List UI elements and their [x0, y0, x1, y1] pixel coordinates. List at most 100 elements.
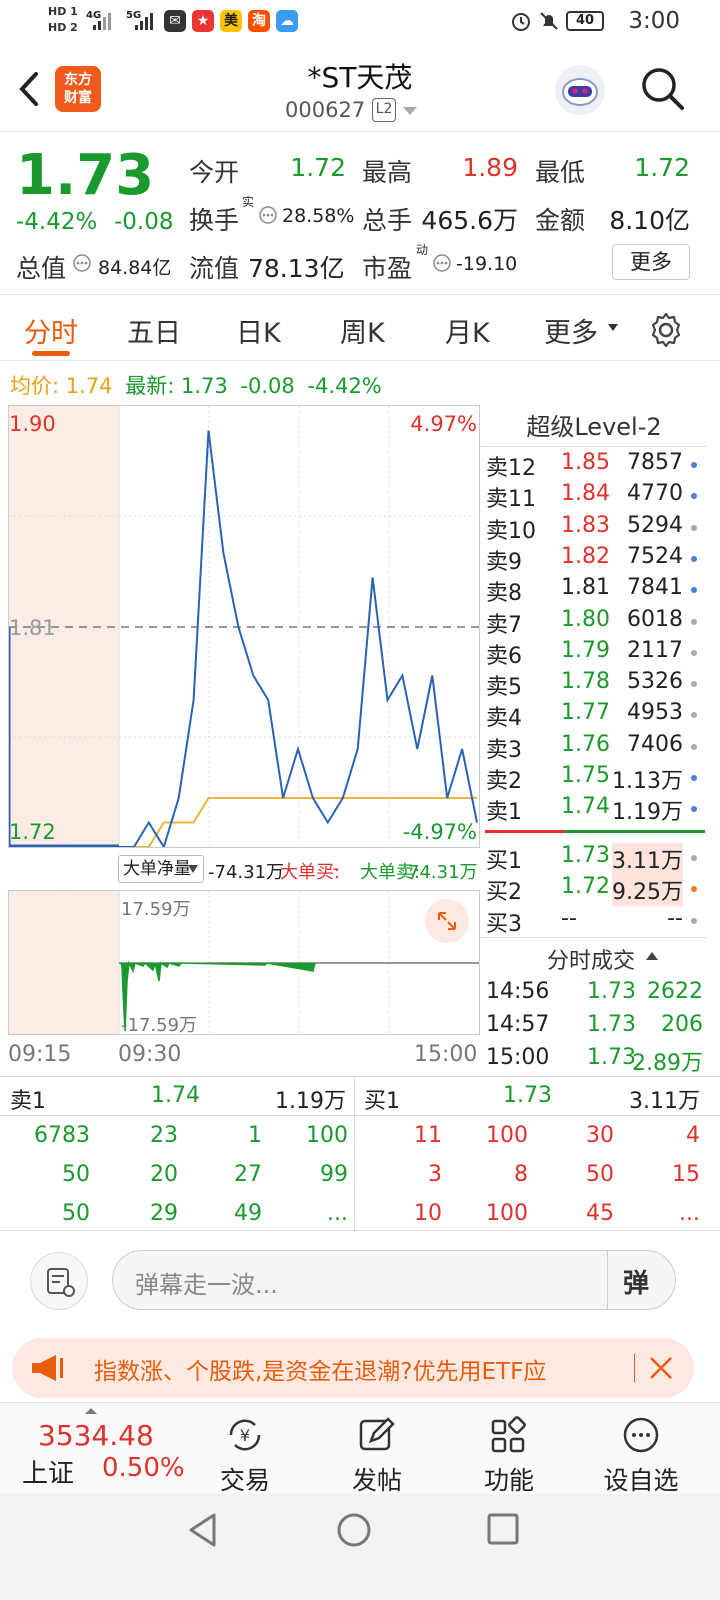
y-axis-mid: 1.81	[9, 616, 56, 640]
sell-queue-cell: 6783	[34, 1123, 90, 1148]
indicator-bar: 大单净量 -74.31万 大单买: -- 大单卖: 74.31万	[118, 855, 480, 885]
ask-row[interactable]: 卖8 1.81 7841	[481, 575, 707, 606]
ticks-title[interactable]: 分时成交	[547, 943, 635, 975]
ask-row[interactable]: 卖12 1.85 7857	[481, 450, 707, 481]
pe-value: -19.10	[456, 253, 518, 275]
y-axis-max: 1.90	[9, 412, 56, 436]
danmu-settings-button[interactable]	[30, 1252, 88, 1310]
bid-row[interactable]: 买2 1.72 9.25万	[481, 874, 707, 907]
ask-row[interactable]: 卖9 1.82 7524	[481, 544, 707, 575]
bid-row[interactable]: 买1 1.73 3.11万	[481, 843, 707, 875]
stock-name: *ST天茂	[307, 61, 413, 94]
eye-toggle-icon[interactable]	[258, 205, 278, 225]
promo-notice[interactable]: 指数涨、个股跌,是资金在退潮?优先用ETF应	[12, 1338, 694, 1398]
ask-price: 1.76	[561, 731, 610, 757]
ask-price: 1.85	[561, 450, 610, 475]
divider	[607, 1251, 608, 1309]
more-button[interactable]: 更多	[612, 244, 690, 280]
tick-time: 14:57	[486, 1012, 550, 1037]
nav-watch[interactable]: 设自选	[596, 1415, 686, 1497]
chevron-down-icon[interactable]	[402, 106, 418, 116]
volume-label: 总手	[362, 206, 413, 235]
intraday-chart[interactable]: 1.90 1.81 1.72 4.97% -4.97%	[8, 405, 480, 848]
ask-row[interactable]: 卖5 1.78 5326	[481, 669, 707, 701]
big-sell-value: 74.31万	[408, 862, 478, 883]
danmu-input[interactable]: 弹幕走一波... 弹	[112, 1250, 676, 1310]
ask-row[interactable]: 卖10 1.83 5294	[481, 512, 707, 544]
nav-trade[interactable]: ¥ 交易	[200, 1415, 290, 1497]
tab-more[interactable]: 更多	[544, 311, 598, 350]
bid-price: --	[561, 905, 577, 931]
tab-intraday[interactable]: 分时	[24, 311, 78, 350]
caret-up-icon[interactable]	[645, 951, 659, 961]
back-triangle-icon[interactable]	[186, 1512, 220, 1548]
ask-row[interactable]: 卖4 1.77 4953	[481, 700, 707, 732]
buy-queue-cell: 3	[428, 1162, 442, 1187]
tab-weekly-k[interactable]: 周K	[340, 311, 385, 350]
net-volume-chart[interactable]: 17.59万 -17.59万	[8, 890, 480, 1036]
pe-sup: 动	[416, 243, 429, 257]
sell-queue-cell: 50	[62, 1201, 90, 1226]
ask-volume: 5294	[627, 512, 683, 538]
recents-square-icon[interactable]	[486, 1512, 520, 1546]
robot-assistant-icon[interactable]	[552, 62, 608, 118]
ask-volume: 5326	[627, 669, 683, 695]
ask-row[interactable]: 卖1 1.74 1.19万	[481, 794, 707, 825]
index-value[interactable]: 3534.48	[38, 1419, 154, 1452]
avg-price-info: 均价: 1.74 最新: 1.73 -0.08 -4.42%	[10, 370, 382, 400]
eye-toggle-icon[interactable]	[72, 253, 92, 273]
search-icon[interactable]	[638, 64, 686, 112]
notice-text: 指数涨、个股跌,是资金在退潮?优先用ETF应	[94, 1359, 547, 1385]
index-change[interactable]: 0.50%	[102, 1453, 185, 1483]
ask-level: 卖4	[486, 706, 522, 732]
meituan-icon: 美	[220, 10, 242, 32]
tab-five-day[interactable]: 五日	[127, 311, 181, 350]
buy-queue-cell: 15	[672, 1162, 700, 1187]
ask-level: 卖5	[486, 675, 522, 701]
indicator-value: -74.31万	[208, 862, 285, 883]
eye-toggle-icon[interactable]	[432, 253, 452, 273]
ask-row[interactable]: 卖2 1.75 1.13万	[481, 763, 707, 794]
volume-value: 465.6万	[421, 206, 518, 235]
ask-row[interactable]: 卖7 1.80 6018	[481, 607, 707, 638]
ask-level: 卖7	[486, 612, 522, 638]
tick-row: 14:57 1.73 206	[481, 1012, 707, 1042]
ask-price: 1.74	[561, 794, 610, 820]
signal-icon	[93, 13, 111, 30]
pct-axis-min: -4.97%	[402, 820, 477, 844]
tab-monthly-k[interactable]: 月K	[445, 311, 490, 350]
ask-row[interactable]: 卖11 1.84 4770	[481, 481, 707, 512]
turnover-sup: 实	[242, 195, 255, 209]
danmu-send-button[interactable]: 弹	[623, 1263, 649, 1300]
mktcap-label: 总值	[16, 254, 67, 283]
ask-price: 1.78	[561, 669, 610, 695]
index-name[interactable]: 上证	[22, 1453, 74, 1490]
expand-icon	[438, 912, 456, 930]
sell-queue-cell: 49	[234, 1201, 262, 1226]
nav-features[interactable]: 功能	[464, 1415, 554, 1497]
ask-level: 卖3	[486, 737, 522, 763]
level2-title[interactable]: 超级Level-2	[481, 405, 707, 447]
bid-row[interactable]: 买3 -- --	[481, 905, 707, 937]
order-dot	[691, 555, 697, 562]
expand-button[interactable]	[425, 899, 469, 943]
close-icon[interactable]	[648, 1355, 674, 1381]
sim-indicator: HD 1 HD 2	[48, 5, 78, 34]
tick-volume: 2622	[647, 979, 703, 1004]
ask-row[interactable]: 卖3 1.76 7406	[481, 731, 707, 763]
caret-up-icon[interactable]	[84, 1407, 98, 1415]
gear-icon[interactable]	[647, 311, 685, 349]
tab-daily-k[interactable]: 日K	[236, 311, 281, 350]
book-sell-price: 1.74	[151, 1083, 200, 1108]
ask-level: 卖9	[486, 549, 522, 575]
sell-queue-cell: 99	[320, 1162, 348, 1187]
home-circle-icon[interactable]	[336, 1512, 372, 1548]
battery-indicator: 40	[566, 11, 604, 31]
nav-post[interactable]: 发帖	[332, 1415, 422, 1497]
tick-time: 15:00	[486, 1045, 550, 1070]
divider	[481, 937, 707, 938]
level2-badge[interactable]: L2	[372, 98, 396, 122]
ask-row[interactable]: 卖6 1.79 2117	[481, 638, 707, 669]
caret-down-icon[interactable]	[188, 865, 198, 873]
bid-price: 1.72	[561, 874, 610, 900]
